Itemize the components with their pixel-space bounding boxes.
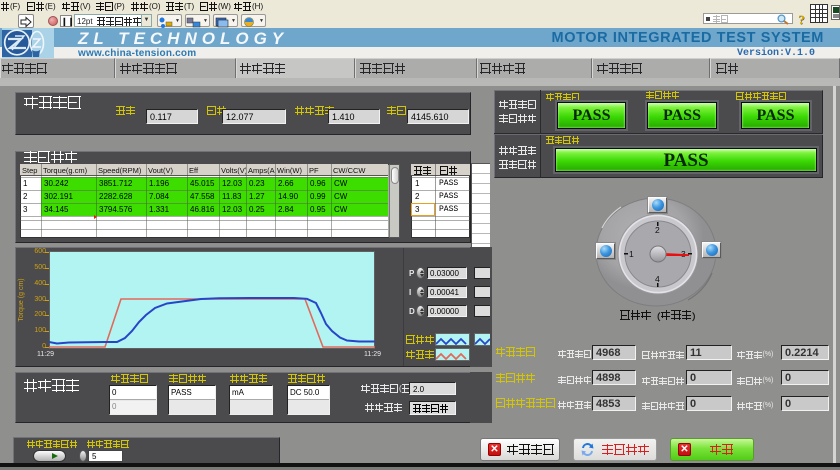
svg-text:1: 1 [629,249,634,259]
svg-text:4: 4 [655,274,660,284]
svg-text:2: 2 [655,225,660,235]
